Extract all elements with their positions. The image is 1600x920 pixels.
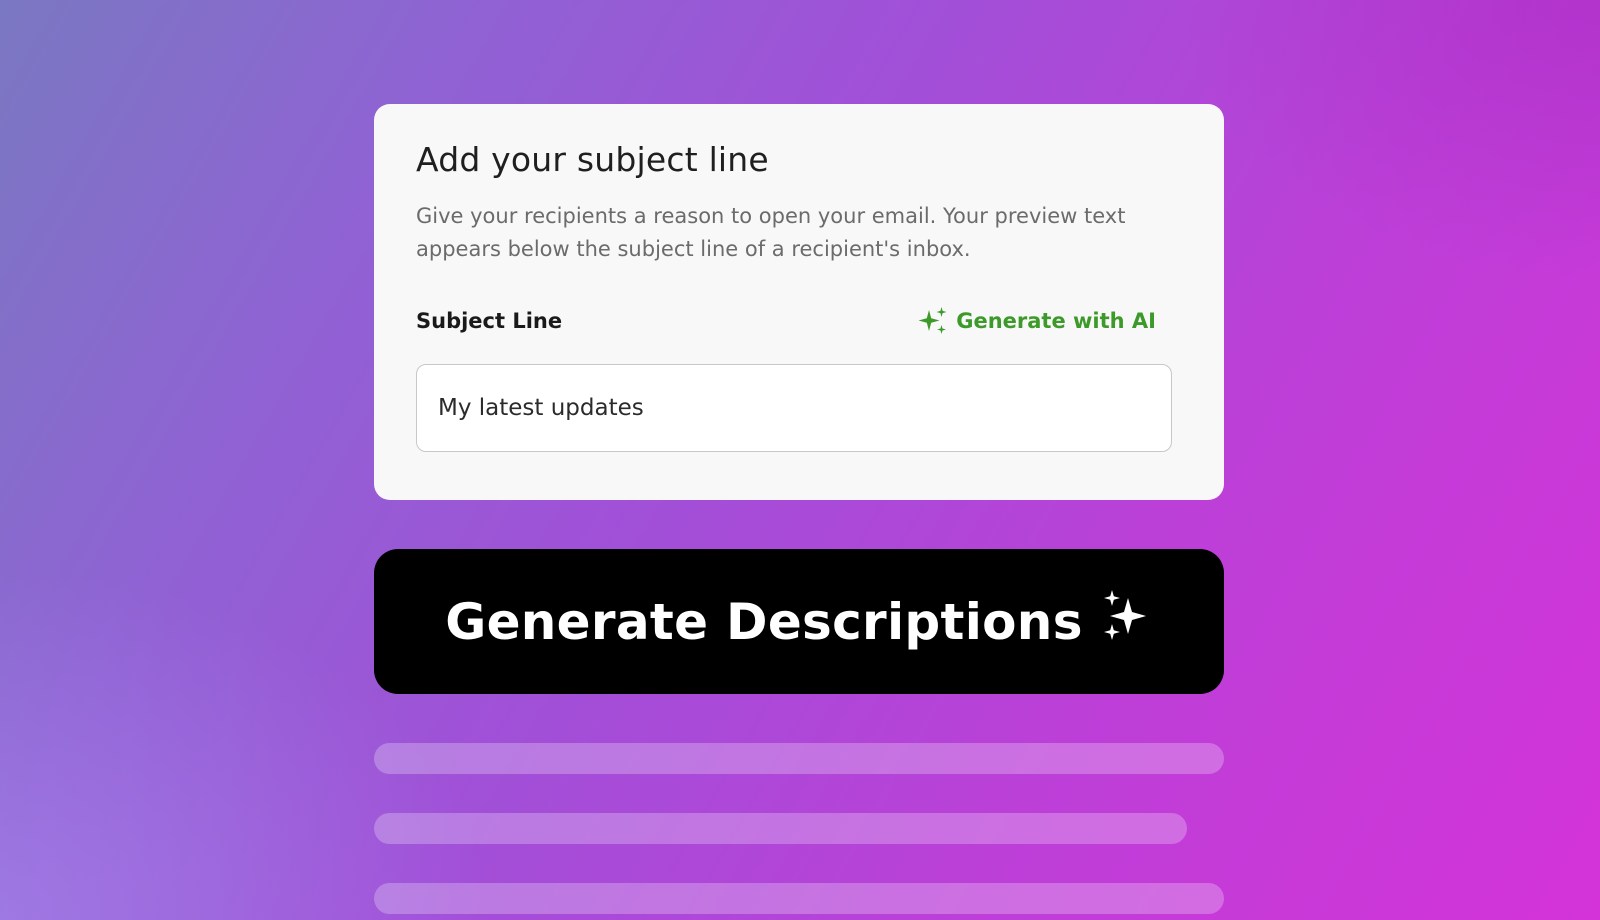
subject-line-label-row: Subject Line Generate with AI (416, 306, 1156, 336)
sparkles-icon (918, 306, 948, 336)
placeholder-line (374, 813, 1187, 844)
subject-line-card: Add your subject line Give your recipien… (374, 104, 1224, 500)
subject-line-input[interactable] (416, 364, 1172, 452)
generate-descriptions-button[interactable]: Generate Descriptions (374, 549, 1224, 694)
generate-with-ai-link[interactable]: Generate with AI (918, 306, 1156, 336)
generate-with-ai-label: Generate with AI (956, 309, 1156, 333)
generate-descriptions-label: Generate Descriptions (445, 592, 1083, 651)
placeholder-line (374, 883, 1224, 914)
subject-line-label: Subject Line (416, 309, 563, 333)
card-title: Add your subject line (416, 140, 769, 179)
sparkles-icon (1101, 589, 1153, 654)
card-description: Give your recipients a reason to open yo… (416, 204, 1126, 261)
placeholder-line (374, 743, 1224, 774)
